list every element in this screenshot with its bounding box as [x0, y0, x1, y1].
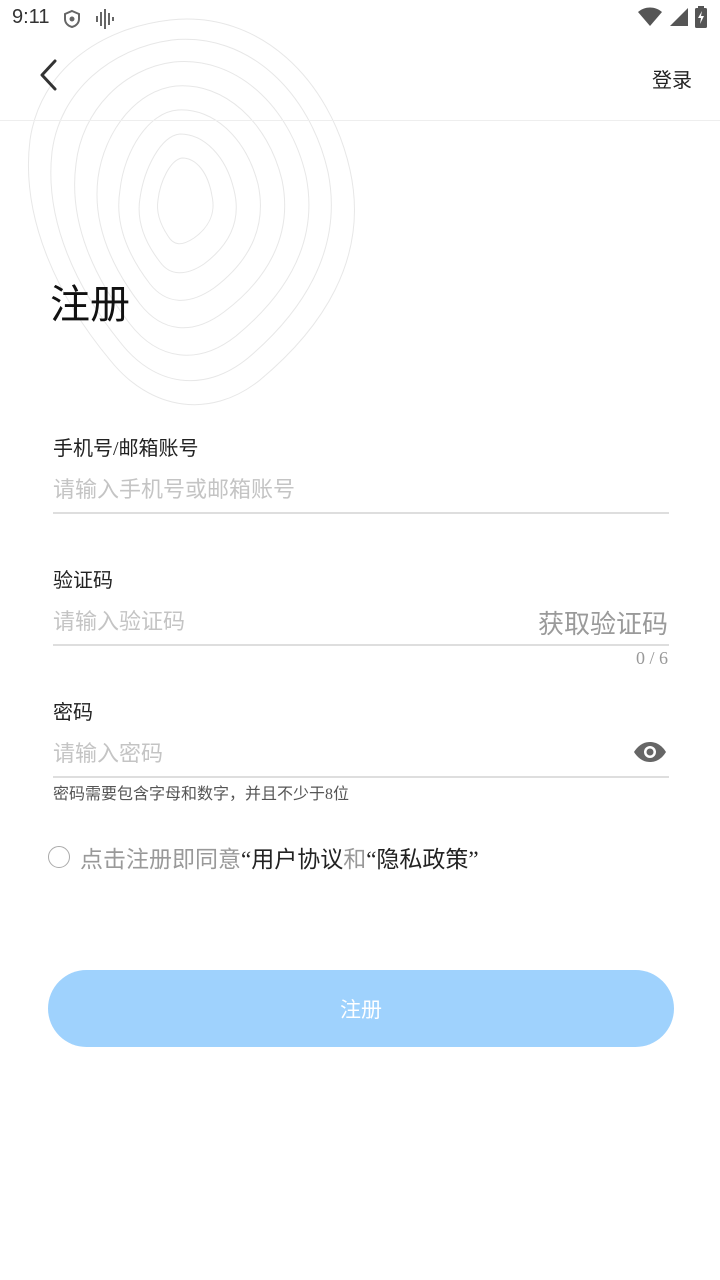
account-label: 手机号/邮箱账号 — [53, 438, 199, 460]
code-underline — [53, 644, 669, 646]
shield-icon — [62, 9, 82, 33]
status-right-icons — [638, 6, 708, 32]
battery-charging-icon — [694, 6, 708, 32]
account-input[interactable] — [53, 474, 653, 506]
back-button[interactable] — [30, 52, 66, 102]
chevron-left-icon — [37, 58, 59, 96]
wifi-icon — [638, 7, 662, 31]
top-bar — [0, 36, 720, 121]
register-button[interactable]: 注册 — [48, 970, 674, 1047]
get-code-button[interactable]: 获取验证码 — [538, 604, 668, 641]
eye-icon — [633, 741, 667, 767]
agreement-prefix: 点击注册即同意 — [80, 847, 241, 872]
password-input[interactable] — [53, 738, 593, 770]
login-link[interactable]: 登录 — [652, 64, 692, 93]
password-label: 密码 — [53, 702, 93, 724]
voice-wave-icon — [94, 8, 116, 34]
status-time: 9:11 — [12, 6, 50, 28]
privacy-policy-link[interactable]: “隐私政策” — [366, 847, 478, 872]
password-visibility-toggle[interactable] — [632, 736, 668, 772]
status-left-icons — [62, 8, 116, 34]
user-agreement-link[interactable]: “用户协议 — [241, 847, 343, 872]
account-underline — [53, 512, 669, 514]
signal-icon — [668, 7, 688, 31]
agreement-radio[interactable] — [48, 846, 70, 868]
agreement-conjunction: 和 — [343, 847, 367, 872]
password-hint: 密码需要包含字母和数字，并且不少于8位 — [53, 786, 350, 803]
code-input[interactable] — [53, 606, 493, 638]
password-underline — [53, 776, 669, 778]
page-title: 注册 — [50, 282, 130, 327]
code-label: 验证码 — [53, 570, 113, 592]
agreement-row: 点击注册即同意“用户协议和“隐私政策” — [48, 840, 479, 874]
code-counter: 0 / 6 — [635, 648, 668, 668]
agreement-text: 点击注册即同意“用户协议和“隐私政策” — [80, 840, 479, 874]
